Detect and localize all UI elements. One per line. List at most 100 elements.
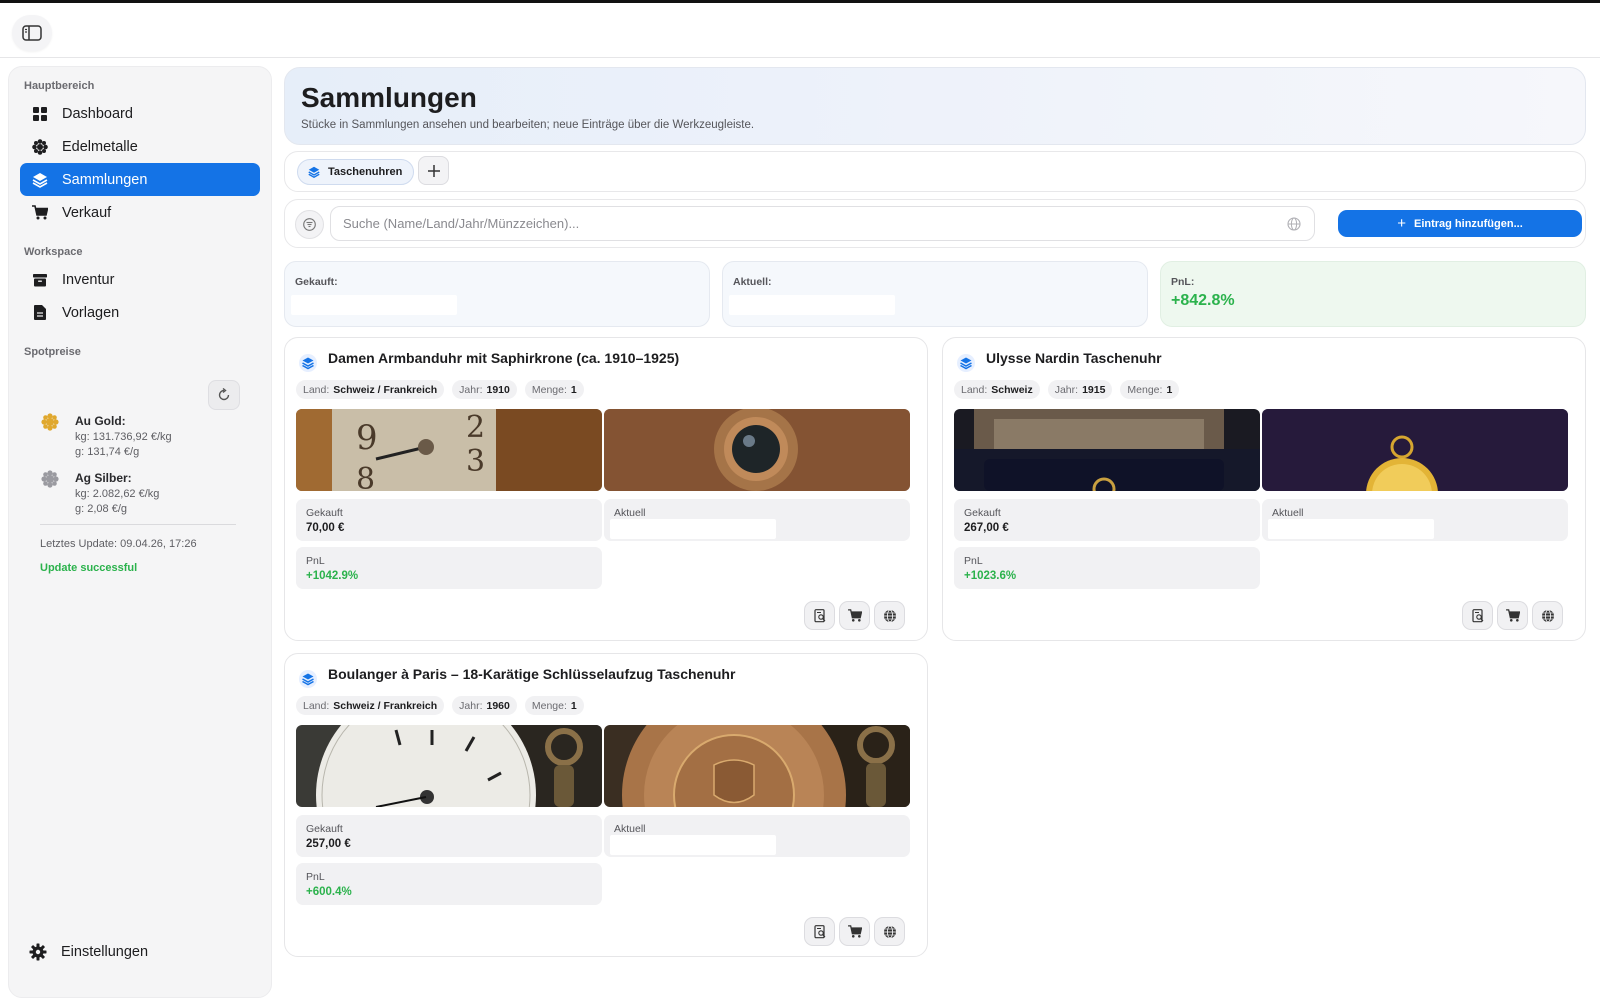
sidebar-item-label: Inventur [62,271,115,288]
svg-text:9: 9 [356,418,378,458]
page-title: Sammlungen [301,82,477,113]
tab-label: Taschenuhren [328,166,403,178]
sidebar-item-edelmetalle[interactable]: Edelmetalle [20,130,260,163]
svg-text:2: 2 [466,410,485,445]
grid-icon [32,106,48,122]
stat-label: Gekauft: [295,276,338,288]
stat-label: PnL: [1171,276,1195,288]
globe-icon [883,609,896,622]
chip-qty: Menge: 1 [1120,380,1180,399]
item-current: Aktuell [604,815,910,857]
chip-year: Jahr: 1910 [452,380,517,399]
item-card[interactable]: Ulysse Nardin Taschenuhr Land: Schweiz Ja… [942,337,1586,641]
filter-icon [303,218,316,231]
sidebar: Hauptbereich Dashboard Edelmetalle Samml… [8,66,272,998]
chip-year: Jahr: 1960 [452,696,517,715]
add-entry-button[interactable]: + Eintrag hinzufügen... [1338,210,1582,237]
chip-qty: Menge: 1 [524,380,584,399]
tab-taschenuhren[interactable]: Taschenuhren [297,159,415,185]
sidebar-item-label: Dashboard [62,105,133,122]
item-card[interactable]: Boulanger à Paris – 18-Karätige Schlüsse… [284,653,928,957]
item-bought: Gekauft 267,00 € [954,499,1260,541]
refresh-spot-button[interactable] [208,380,240,410]
receipt-button[interactable] [804,601,835,630]
svg-text:3: 3 [466,444,485,479]
stat-bought: Gekauft: [284,261,710,327]
item-title: Boulanger à Paris – 18-Karätige Schlüsse… [328,666,736,682]
stat-label: Aktuell: [733,276,772,288]
sidebar-section-workspace: Workspace [24,246,83,258]
cart-icon [847,609,862,622]
plus-icon: + [1397,215,1406,232]
item-photo[interactable]: 9 8 23 [296,409,602,491]
sidebar-toggle-button[interactable] [12,15,52,51]
last-update-text: Letztes Update: 09.04.26, 17:26 [40,538,197,550]
sell-button[interactable] [839,917,870,946]
add-collection-button[interactable] [418,156,449,185]
chip-land: Land: Schweiz / Frankreich [296,696,445,715]
sidebar-item-label: Verkauf [62,204,112,221]
filter-button[interactable] [295,210,324,239]
stat-value-blank [291,295,457,315]
receipt-search-icon [813,608,825,622]
plus-icon [427,164,440,177]
web-button[interactable] [874,601,905,630]
item-bought: Gekauft 70,00 € [296,499,602,541]
item-current: Aktuell [1262,499,1568,541]
settings-label: Einstellungen [61,944,149,960]
document-icon [32,305,48,321]
silver-kg: kg: 2.082,62 €/kg [75,488,160,500]
layers-icon [299,670,317,688]
chip-land: Land: Schweiz [954,380,1040,399]
sidebar-item-vorlagen[interactable]: Vorlagen [20,296,260,329]
chip-year: Jahr: 1915 [1047,380,1113,399]
globe-icon[interactable] [1287,217,1301,231]
silver-nugget-icon [41,470,59,488]
settings-button[interactable]: Einstellungen [29,943,148,961]
receipt-button[interactable] [804,917,835,946]
archive-icon [32,272,48,288]
search-input[interactable] [330,206,1315,241]
title-bar [0,3,1600,58]
sell-button[interactable] [839,601,870,630]
receipt-search-icon [813,924,825,938]
sidebar-section-main: Hauptbereich [24,80,95,92]
item-photo[interactable] [1262,409,1568,491]
item-bought: Gekauft 257,00 € [296,815,602,857]
globe-icon [883,925,896,938]
item-photo[interactable] [604,725,910,807]
chip-land: Land: Schweiz / Frankreich [296,380,445,399]
item-photo[interactable] [604,409,910,491]
silver-name: Ag Silber: [75,471,132,485]
item-meta: Land: Schweiz / Frankreich Jahr: 1910 Meng… [296,380,584,399]
refresh-icon [218,388,230,401]
sidebar-item-dashboard[interactable]: Dashboard [20,97,260,130]
item-current: Aktuell [604,499,910,541]
cart-icon [32,205,48,221]
item-pnl: PnL +1023.6% [954,547,1260,589]
sidebar-icon [22,25,42,41]
sell-button[interactable] [1497,601,1528,630]
cart-icon [1505,609,1520,622]
collection-tabs: Taschenuhren [284,151,1586,192]
item-photo[interactable] [296,725,602,807]
item-photo[interactable] [954,409,1260,491]
sidebar-item-sammlungen[interactable]: Sammlungen [20,163,260,196]
gold-nugget-icon [41,413,59,431]
sidebar-divider [40,524,236,525]
layers-icon [957,354,975,372]
add-entry-label: Eintrag hinzufügen... [1413,217,1523,230]
stat-current: Aktuell: [722,261,1148,327]
sidebar-item-inventur[interactable]: Inventur [20,263,260,296]
toolbar: + Eintrag hinzufügen... [284,199,1586,248]
receipt-button[interactable] [1462,601,1493,630]
web-button[interactable] [874,917,905,946]
item-meta: Land: Schweiz / Frankreich Jahr: 1960 Meng… [296,696,584,715]
item-card[interactable]: Damen Armbanduhr mit Saphirkrone (ca. 19… [284,337,928,641]
web-button[interactable] [1532,601,1563,630]
sidebar-item-verkauf[interactable]: Verkauf [20,196,260,229]
layers-icon [308,166,320,178]
gold-g: g: 131,74 €/g [75,446,140,458]
stat-value: +842.8% [1171,292,1235,309]
item-pnl: PnL +600.4% [296,863,602,905]
